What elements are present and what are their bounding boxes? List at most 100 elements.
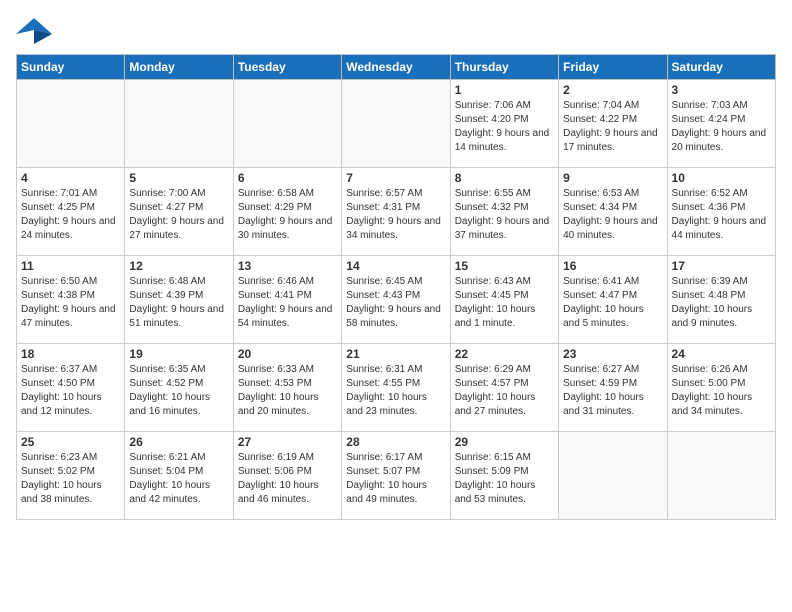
calendar-cell: 15 Sunrise: 6:43 AMSunset: 4:45 PMDayligh… — [450, 256, 558, 344]
day-number: 24 — [672, 347, 771, 361]
calendar-cell: 21Sunrise: 6:31 AMSunset: 4:55 PMDayligh… — [342, 344, 450, 432]
calendar-week-3: 11 Sunrise: 6:50 AMSunset: 4:38 PMDayligh… — [17, 256, 776, 344]
calendar-cell: 18 Sunrise: 6:37 AMSunset: 4:50 PMDayligh… — [17, 344, 125, 432]
day-number: 14 — [346, 259, 445, 273]
day-info: Sunrise: 6:15 AMSunset: 5:09 PMDaylight:… — [455, 451, 554, 507]
weekday-thursday: Thursday — [450, 55, 558, 80]
day-number: 8 — [455, 171, 554, 185]
weekday-saturday: Saturday — [667, 55, 775, 80]
day-info: Sunrise: 6:57 AMSunset: 4:31 PMDaylight:… — [346, 187, 445, 243]
day-info: Sunrise: 6:17 AMSunset: 5:07 PMDaylight:… — [346, 451, 445, 507]
calendar-week-2: 4 Sunrise: 7:01 AMSunset: 4:25 PMDaylight… — [17, 168, 776, 256]
day-number: 26 — [129, 435, 228, 449]
day-info: Sunrise: 6:48 AMSunset: 4:39 PMDaylight:… — [129, 275, 228, 331]
calendar-cell: 12 Sunrise: 6:48 AMSunset: 4:39 PMDayligh… — [125, 256, 233, 344]
day-info: Sunrise: 6:37 AMSunset: 4:50 PMDaylight:… — [21, 363, 120, 419]
day-info: Sunrise: 6:21 AMSunset: 5:04 PMDaylight:… — [129, 451, 228, 507]
day-info: Sunrise: 6:27 AMSunset: 4:59 PMDaylight:… — [563, 363, 662, 419]
day-number: 18 — [21, 347, 120, 361]
calendar-cell — [667, 432, 775, 520]
day-number: 7 — [346, 171, 445, 185]
page-header — [16, 16, 776, 46]
day-info: Sunrise: 6:26 AMSunset: 5:00 PMDaylight:… — [672, 363, 771, 419]
day-info: Sunrise: 6:41 AMSunset: 4:47 PMDaylight:… — [563, 275, 662, 331]
calendar-week-5: 25Sunrise: 6:23 AMSunset: 5:02 PMDayligh… — [17, 432, 776, 520]
day-number: 13 — [238, 259, 337, 273]
day-info: Sunrise: 7:04 AMSunset: 4:22 PMDaylight:… — [563, 99, 662, 155]
calendar-cell: 17 Sunrise: 6:39 AMSunset: 4:48 PMDayligh… — [667, 256, 775, 344]
calendar-cell: 25Sunrise: 6:23 AMSunset: 5:02 PMDayligh… — [17, 432, 125, 520]
day-number: 16 — [563, 259, 662, 273]
calendar-cell: 14Sunrise: 6:45 AMSunset: 4:43 PMDayligh… — [342, 256, 450, 344]
day-number: 15 — [455, 259, 554, 273]
day-number: 2 — [563, 83, 662, 97]
day-number: 5 — [129, 171, 228, 185]
day-number: 19 — [129, 347, 228, 361]
day-info: Sunrise: 6:43 AMSunset: 4:45 PMDaylight:… — [455, 275, 554, 331]
weekday-friday: Friday — [559, 55, 667, 80]
calendar-cell: 23 Sunrise: 6:27 AMSunset: 4:59 PMDayligh… — [559, 344, 667, 432]
calendar-table: SundayMondayTuesdayWednesdayThursdayFrid… — [16, 54, 776, 520]
day-number: 22 — [455, 347, 554, 361]
calendar-cell: 27 Sunrise: 6:19 AMSunset: 5:06 PMDayligh… — [233, 432, 341, 520]
day-info: Sunrise: 6:46 AMSunset: 4:41 PMDaylight:… — [238, 275, 337, 331]
day-info: Sunrise: 6:52 AMSunset: 4:36 PMDaylight:… — [672, 187, 771, 243]
day-number: 27 — [238, 435, 337, 449]
weekday-tuesday: Tuesday — [233, 55, 341, 80]
day-number: 25 — [21, 435, 120, 449]
calendar-cell: 19 Sunrise: 6:35 AMSunset: 4:52 PMDayligh… — [125, 344, 233, 432]
day-number: 3 — [672, 83, 771, 97]
day-number: 28 — [346, 435, 445, 449]
calendar-cell: 1 Sunrise: 7:06 AMSunset: 4:20 PMDaylight… — [450, 80, 558, 168]
calendar-cell: 20 Sunrise: 6:33 AMSunset: 4:53 PMDayligh… — [233, 344, 341, 432]
day-number: 9 — [563, 171, 662, 185]
day-number: 6 — [238, 171, 337, 185]
day-number: 11 — [21, 259, 120, 273]
calendar-cell: 29Sunrise: 6:15 AMSunset: 5:09 PMDayligh… — [450, 432, 558, 520]
day-info: Sunrise: 6:53 AMSunset: 4:34 PMDaylight:… — [563, 187, 662, 243]
calendar-cell — [342, 80, 450, 168]
calendar-cell: 26 Sunrise: 6:21 AMSunset: 5:04 PMDayligh… — [125, 432, 233, 520]
calendar-cell: 5 Sunrise: 7:00 AMSunset: 4:27 PMDaylight… — [125, 168, 233, 256]
day-number: 12 — [129, 259, 228, 273]
calendar-cell: 3 Sunrise: 7:03 AMSunset: 4:24 PMDaylight… — [667, 80, 775, 168]
calendar-week-1: 1 Sunrise: 7:06 AMSunset: 4:20 PMDaylight… — [17, 80, 776, 168]
day-info: Sunrise: 6:19 AMSunset: 5:06 PMDaylight:… — [238, 451, 337, 507]
logo — [16, 16, 56, 46]
day-number: 17 — [672, 259, 771, 273]
day-info: Sunrise: 7:06 AMSunset: 4:20 PMDaylight:… — [455, 99, 554, 155]
calendar-cell: 28 Sunrise: 6:17 AMSunset: 5:07 PMDayligh… — [342, 432, 450, 520]
day-number: 4 — [21, 171, 120, 185]
calendar-cell — [125, 80, 233, 168]
day-info: Sunrise: 7:00 AMSunset: 4:27 PMDaylight:… — [129, 187, 228, 243]
weekday-monday: Monday — [125, 55, 233, 80]
day-number: 23 — [563, 347, 662, 361]
weekday-wednesday: Wednesday — [342, 55, 450, 80]
day-number: 21 — [346, 347, 445, 361]
calendar-cell: 11 Sunrise: 6:50 AMSunset: 4:38 PMDayligh… — [17, 256, 125, 344]
day-info: Sunrise: 6:29 AMSunset: 4:57 PMDaylight:… — [455, 363, 554, 419]
calendar-cell: 13 Sunrise: 6:46 AMSunset: 4:41 PMDayligh… — [233, 256, 341, 344]
day-info: Sunrise: 6:58 AMSunset: 4:29 PMDaylight:… — [238, 187, 337, 243]
calendar-cell: 24 Sunrise: 6:26 AMSunset: 5:00 PMDayligh… — [667, 344, 775, 432]
calendar-cell: 9 Sunrise: 6:53 AMSunset: 4:34 PMDaylight… — [559, 168, 667, 256]
calendar-cell: 4 Sunrise: 7:01 AMSunset: 4:25 PMDaylight… — [17, 168, 125, 256]
day-info: Sunrise: 7:03 AMSunset: 4:24 PMDaylight:… — [672, 99, 771, 155]
day-info: Sunrise: 6:39 AMSunset: 4:48 PMDaylight:… — [672, 275, 771, 331]
day-info: Sunrise: 6:33 AMSunset: 4:53 PMDaylight:… — [238, 363, 337, 419]
calendar-cell — [559, 432, 667, 520]
day-number: 20 — [238, 347, 337, 361]
weekday-header-row: SundayMondayTuesdayWednesdayThursdayFrid… — [17, 55, 776, 80]
day-info: Sunrise: 6:35 AMSunset: 4:52 PMDaylight:… — [129, 363, 228, 419]
logo-bird-icon — [16, 16, 52, 46]
calendar-cell: 16 Sunrise: 6:41 AMSunset: 4:47 PMDayligh… — [559, 256, 667, 344]
day-number: 1 — [455, 83, 554, 97]
calendar-cell: 6 Sunrise: 6:58 AMSunset: 4:29 PMDaylight… — [233, 168, 341, 256]
calendar-cell: 7 Sunrise: 6:57 AMSunset: 4:31 PMDaylight… — [342, 168, 450, 256]
day-info: Sunrise: 7:01 AMSunset: 4:25 PMDaylight:… — [21, 187, 120, 243]
day-number: 10 — [672, 171, 771, 185]
calendar-cell: 22 Sunrise: 6:29 AMSunset: 4:57 PMDayligh… — [450, 344, 558, 432]
calendar-body: 1 Sunrise: 7:06 AMSunset: 4:20 PMDaylight… — [17, 80, 776, 520]
weekday-sunday: Sunday — [17, 55, 125, 80]
day-info: Sunrise: 6:50 AMSunset: 4:38 PMDaylight:… — [21, 275, 120, 331]
